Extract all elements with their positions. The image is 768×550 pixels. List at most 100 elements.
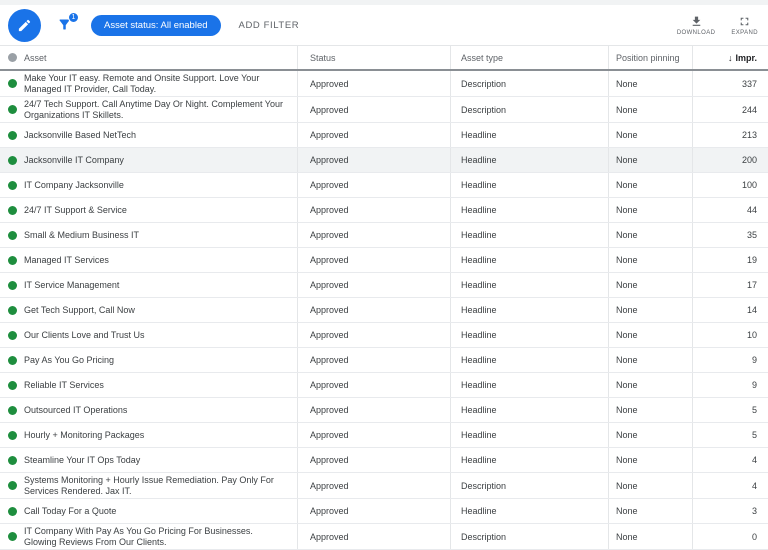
asset-cell: IT Company With Pay As You Go Pricing Fo… bbox=[0, 524, 297, 549]
status-cell: Approved bbox=[297, 373, 450, 397]
table-row[interactable]: Outsourced IT Operations Approved Headli… bbox=[0, 398, 768, 423]
status-value: Approved bbox=[310, 280, 349, 290]
table-row[interactable]: 24/7 Tech Support. Call Anytime Day Or N… bbox=[0, 97, 768, 123]
status-value: Approved bbox=[310, 480, 349, 491]
toolbar-right-actions: DOWNLOAD EXPAND bbox=[677, 15, 758, 36]
asset-text: Managed IT Services bbox=[24, 254, 109, 265]
download-button[interactable]: DOWNLOAD bbox=[677, 15, 716, 36]
asset-type-value: Headline bbox=[461, 305, 497, 315]
table-row[interactable]: IT Company Jacksonville Approved Headlin… bbox=[0, 173, 768, 198]
table-row[interactable]: IT Service Management Approved Headline … bbox=[0, 273, 768, 298]
asset-cell: Call Today For a Quote bbox=[0, 499, 297, 523]
status-cell: Approved bbox=[297, 123, 450, 147]
table-row[interactable]: Systems Monitoring + Hourly Issue Remedi… bbox=[0, 473, 768, 499]
table-row[interactable]: Reliable IT Services Approved Headline N… bbox=[0, 373, 768, 398]
table-row[interactable]: Managed IT Services Approved Headline No… bbox=[0, 248, 768, 273]
asset-type-value: Headline bbox=[461, 330, 497, 340]
position-pinning-value: None bbox=[616, 104, 638, 115]
table-row[interactable]: 24/7 IT Support & Service Approved Headl… bbox=[0, 198, 768, 223]
position-pinning-cell: None bbox=[608, 423, 692, 447]
table-row[interactable]: Our Clients Love and Trust Us Approved H… bbox=[0, 323, 768, 348]
asset-type-cell: Description bbox=[450, 524, 608, 549]
asset-cell: Small & Medium Business IT bbox=[0, 223, 297, 247]
table-row[interactable]: Hourly + Monitoring Packages Approved He… bbox=[0, 423, 768, 448]
asset-type-cell: Headline bbox=[450, 298, 608, 322]
asset-cell: Pay As You Go Pricing bbox=[0, 348, 297, 372]
status-value: Approved bbox=[310, 104, 349, 115]
table-row[interactable]: Steamline Your IT Ops Today Approved Hea… bbox=[0, 448, 768, 473]
asset-type-value: Description bbox=[461, 480, 507, 491]
impressions-value: 213 bbox=[741, 130, 757, 140]
approved-status-dot-icon bbox=[8, 205, 17, 215]
approved-status-dot-icon bbox=[8, 330, 17, 340]
expand-button[interactable]: EXPAND bbox=[731, 15, 758, 36]
asset-type-cell: Headline bbox=[450, 348, 608, 372]
pencil-icon bbox=[17, 18, 32, 33]
impressions-value: 4 bbox=[751, 455, 757, 465]
asset-text: Hourly + Monitoring Packages bbox=[24, 429, 145, 440]
expand-label: EXPAND bbox=[731, 29, 758, 36]
asset-type-cell: Headline bbox=[450, 398, 608, 422]
asset-cell: Hourly + Monitoring Packages bbox=[0, 423, 297, 447]
approved-status-dot-icon bbox=[8, 380, 17, 390]
add-filter-button[interactable]: ADD FILTER bbox=[239, 20, 300, 31]
status-value: Approved bbox=[310, 455, 349, 465]
impressions-cell: 200 bbox=[692, 148, 768, 172]
asset-type-cell: Headline bbox=[450, 273, 608, 297]
toolbar: 1 Asset status: All enabled ADD FILTER D… bbox=[0, 5, 768, 45]
table-row[interactable]: Get Tech Support, Call Now Approved Head… bbox=[0, 298, 768, 323]
impressions-cell: 5 bbox=[692, 398, 768, 422]
impressions-cell: 35 bbox=[692, 223, 768, 247]
column-header-label: Status bbox=[310, 52, 336, 63]
column-header-asset[interactable]: Asset bbox=[0, 46, 297, 69]
table-row[interactable]: Jacksonville IT Company Approved Headlin… bbox=[0, 148, 768, 173]
asset-type-cell: Headline bbox=[450, 123, 608, 147]
approved-status-dot-icon bbox=[8, 255, 17, 265]
column-header-status[interactable]: Status bbox=[297, 46, 450, 69]
impressions-cell: 14 bbox=[692, 298, 768, 322]
position-pinning-cell: None bbox=[608, 273, 692, 297]
asset-cell: Get Tech Support, Call Now bbox=[0, 298, 297, 322]
position-pinning-value: None bbox=[616, 506, 638, 516]
table-row[interactable]: Small & Medium Business IT Approved Head… bbox=[0, 223, 768, 248]
table-row[interactable]: Pay As You Go Pricing Approved Headline … bbox=[0, 348, 768, 373]
column-header-label: Position pinning bbox=[616, 52, 680, 63]
table-row[interactable]: Make Your IT easy. Remote and Onsite Sup… bbox=[0, 71, 768, 97]
table-row[interactable]: Jacksonville Based NetTech Approved Head… bbox=[0, 123, 768, 148]
position-pinning-cell: None bbox=[608, 448, 692, 472]
position-pinning-cell: None bbox=[608, 524, 692, 549]
download-icon bbox=[690, 15, 703, 28]
asset-type-cell: Headline bbox=[450, 148, 608, 172]
table-row[interactable]: Call Today For a Quote Approved Headline… bbox=[0, 499, 768, 524]
asset-status-filter-chip[interactable]: Asset status: All enabled bbox=[91, 14, 221, 36]
asset-text: Outsourced IT Operations bbox=[24, 404, 128, 415]
column-header-impressions[interactable]: ↓ Impr. bbox=[692, 46, 768, 69]
status-value: Approved bbox=[310, 180, 349, 190]
position-pinning-value: None bbox=[616, 155, 638, 165]
asset-cell: Outsourced IT Operations bbox=[0, 398, 297, 422]
impressions-cell: 9 bbox=[692, 348, 768, 372]
position-pinning-cell: None bbox=[608, 473, 692, 498]
position-pinning-cell: None bbox=[608, 148, 692, 172]
column-header-asset-type[interactable]: Asset type bbox=[450, 46, 608, 69]
impressions-value: 17 bbox=[746, 280, 757, 290]
edit-button[interactable] bbox=[8, 8, 41, 42]
table-row[interactable]: IT Company With Pay As You Go Pricing Fo… bbox=[0, 524, 768, 550]
asset-text: Our Clients Love and Trust Us bbox=[24, 329, 145, 340]
filter-button[interactable]: 1 bbox=[57, 12, 79, 33]
status-cell: Approved bbox=[297, 323, 450, 347]
column-header-position-pinning[interactable]: Position pinning bbox=[608, 46, 692, 69]
status-cell: Approved bbox=[297, 298, 450, 322]
impressions-value: 5 bbox=[751, 430, 757, 440]
status-cell: Approved bbox=[297, 71, 450, 96]
asset-text: Reliable IT Services bbox=[24, 379, 104, 390]
status-cell: Approved bbox=[297, 173, 450, 197]
status-cell: Approved bbox=[297, 148, 450, 172]
asset-cell: 24/7 IT Support & Service bbox=[0, 198, 297, 222]
asset-type-value: Headline bbox=[461, 506, 497, 516]
asset-type-value: Headline bbox=[461, 380, 497, 390]
position-pinning-cell: None bbox=[608, 398, 692, 422]
status-cell: Approved bbox=[297, 448, 450, 472]
impressions-value: 44 bbox=[746, 205, 757, 215]
asset-type-value: Description bbox=[461, 531, 507, 542]
